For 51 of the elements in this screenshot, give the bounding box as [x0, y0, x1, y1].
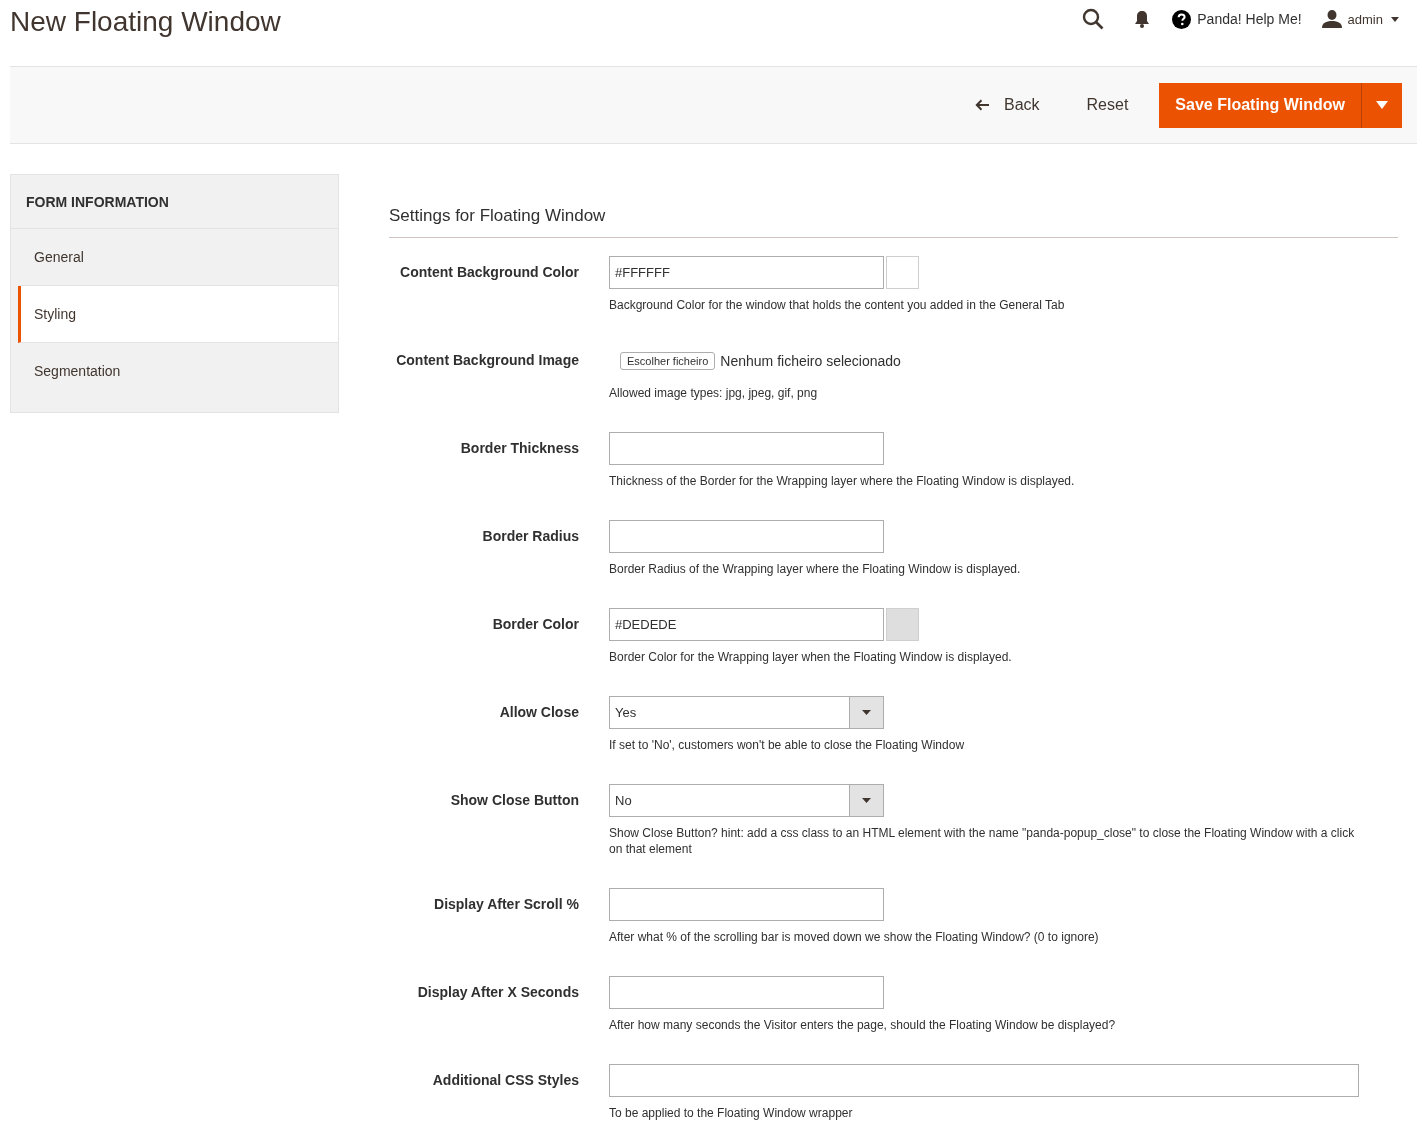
reset-button[interactable]: Reset [1086, 96, 1129, 114]
file-status: Nenhum ficheiro selecionado [720, 352, 901, 369]
input-field[interactable] [609, 1064, 1359, 1097]
color-swatch[interactable] [886, 256, 919, 289]
field-label: Additional CSS Styles [431, 1071, 579, 1090]
input-field[interactable] [609, 520, 884, 553]
field-label: Border Thickness [459, 439, 579, 458]
sidebar-tab[interactable]: Styling [18, 286, 338, 343]
help-text: Border Color for the Wrapping layer when the Floating Window is displayed. [609, 649, 1013, 665]
page-title: New Floating Window [10, 6, 282, 38]
field-label: Border Radius [481, 527, 579, 546]
user-menu[interactable]: admin [1321, 10, 1399, 28]
caret-icon [1376, 101, 1388, 109]
caret-icon [1391, 16, 1399, 22]
help-text: Allowed image types: jpg, jpeg, gif, png [609, 385, 819, 401]
input-field[interactable] [609, 888, 884, 921]
field-label: Display After Scroll % [433, 895, 579, 914]
sidebar-title: FORM INFORMATION [11, 175, 338, 229]
user-icon [1321, 10, 1342, 28]
help-text: After how many seconds the Visitor enters the page, should the Floating Window be displayed? [609, 1017, 1117, 1033]
field-label: Allow Close [498, 703, 579, 722]
help-link[interactable]: Panda! Help Me! [1172, 9, 1302, 29]
help-text: To be applied to the Floating Window wrapper [609, 1105, 854, 1121]
question-icon [1172, 9, 1192, 29]
caret-icon [862, 710, 871, 715]
help-text: After what % of the scrolling bar is moved down we show the Floating Window? (0 to ignore) [609, 929, 1100, 945]
select-field[interactable]: Yes [609, 696, 884, 729]
field-label: Content Background Image [395, 351, 579, 370]
field-label: Content Background Color [399, 263, 579, 282]
color-field[interactable]: #FFFFFF [609, 256, 884, 289]
search-icon[interactable] [1082, 8, 1105, 30]
arrow-left-icon [975, 99, 990, 111]
help-text: Thickness of the Border for the Wrapping layer where the Floating Window is displayed. [609, 473, 1076, 489]
color-field[interactable]: #DEDEDE [609, 608, 884, 641]
input-field[interactable] [609, 976, 884, 1009]
back-button[interactable]: Back [975, 96, 1040, 114]
input-field[interactable] [609, 432, 884, 465]
color-swatch[interactable] [886, 608, 919, 641]
select-field[interactable]: No [609, 784, 884, 817]
field-label: Display After X Seconds [416, 983, 579, 1002]
help-text: Background Color for the window that holds the content you added in the General Tab [609, 297, 1066, 313]
help-text: If set to 'No', customers won't be able to close the Floating Window [609, 737, 966, 753]
help-text: Show Close Button? hint: add a css class to an HTML element with the name "panda-popup_close" to close the Floating Window with a click on that element [609, 825, 1356, 857]
choose-file-button[interactable]: Escolher ficheiro [620, 351, 716, 370]
field-label: Show Close Button [449, 791, 579, 810]
section-title: Settings for Floating Window [389, 206, 1398, 238]
help-text: Border Radius of the Wrapping layer where the Floating Window is displayed. [609, 561, 1022, 577]
notifications-bell-icon[interactable] [1134, 10, 1151, 28]
field-label: Border Color [491, 615, 579, 634]
sidebar-tab[interactable]: Segmentation [18, 343, 338, 412]
caret-icon [862, 798, 871, 803]
